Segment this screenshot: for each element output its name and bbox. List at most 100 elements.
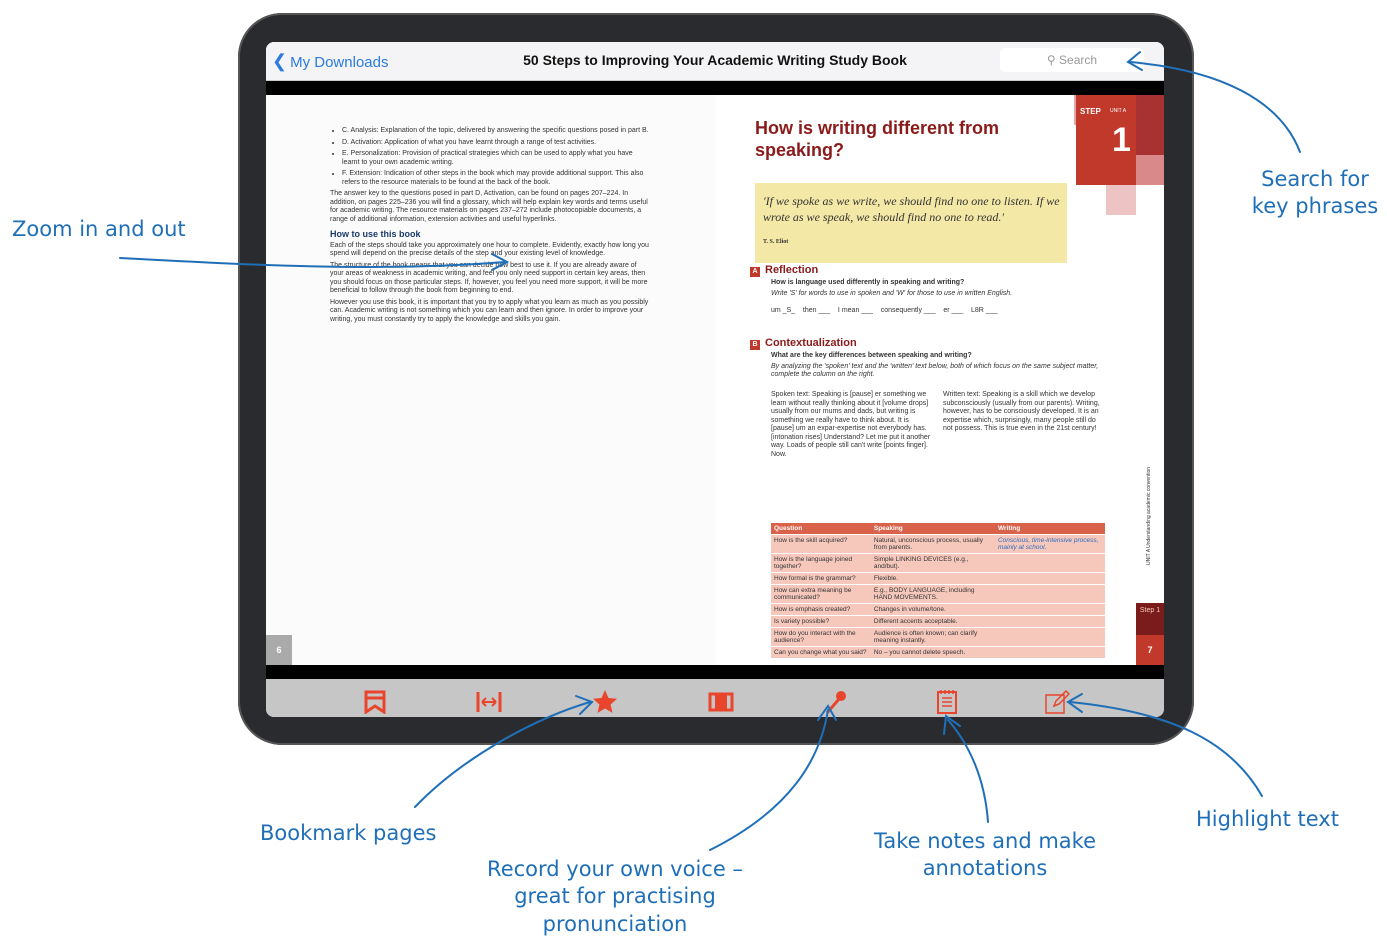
annotation-bookmark: Bookmark pages bbox=[260, 821, 437, 845]
table-cell bbox=[994, 553, 1105, 573]
section-title: Reflection bbox=[765, 264, 819, 276]
table-header: Question bbox=[771, 523, 871, 535]
reader-screen: ❮ My Downloads 50 Steps to Improving Your… bbox=[266, 42, 1164, 717]
decor-square bbox=[1134, 155, 1164, 185]
search-placeholder: Search bbox=[1059, 53, 1098, 67]
page-number: 7 bbox=[1136, 635, 1164, 665]
quote-author: T. S. Eliot bbox=[763, 239, 789, 245]
paragraph: However you use this book, it is importa… bbox=[330, 298, 649, 323]
decor-square bbox=[1106, 185, 1136, 215]
table-cell: Conscious, time-intensive process, mainl… bbox=[994, 534, 1105, 554]
table-cell: E.g., BODY LANGUAGE, including HAND MOVE… bbox=[870, 584, 995, 604]
written-text: Written text: Speaking is a skill which … bbox=[943, 391, 1100, 432]
table-cell: How is the language joined together? bbox=[771, 553, 871, 573]
microphone-icon[interactable] bbox=[820, 687, 850, 717]
section-question: How is language used differently in spea… bbox=[771, 279, 965, 286]
unit-label: UNIT A bbox=[1110, 108, 1127, 114]
section-question: What are the key differences between spe… bbox=[771, 352, 972, 359]
annotation-notes: Take notes and make annotations bbox=[874, 829, 1096, 881]
table-cell: Audience is often known; can clarify mea… bbox=[870, 627, 995, 647]
table-cell: How can extra meaning be communicated? bbox=[771, 584, 871, 604]
bookmark-icon[interactable] bbox=[360, 687, 390, 717]
section-contextualization: B Contextualization bbox=[750, 337, 857, 350]
table-cell: Simple LINKING DEVICES (e.g., and/but). bbox=[870, 553, 995, 573]
star-icon[interactable] bbox=[590, 687, 620, 717]
notes-icon[interactable] bbox=[932, 687, 962, 717]
paragraph: The structure of the book means that you… bbox=[330, 261, 648, 295]
fit-width-icon[interactable] bbox=[474, 687, 504, 717]
section-letter: B bbox=[750, 340, 760, 350]
step-badge: STEP UNIT A 1 bbox=[1076, 95, 1136, 185]
table-row: How formal is the grammar? Flexible. bbox=[771, 572, 1105, 585]
table-cell: Changes in volume/tone. bbox=[870, 603, 995, 616]
table-header: Writing bbox=[994, 523, 1105, 535]
search-input[interactable]: ⚲ Search bbox=[1000, 48, 1144, 72]
word-list: um _S_ then ___ I mean ___ consequently … bbox=[771, 307, 998, 314]
table-cell bbox=[994, 646, 1105, 658]
table-header: Speaking bbox=[870, 523, 995, 535]
table-cell: Is variety possible? bbox=[771, 615, 871, 628]
table-cell: No – you cannot delete speech. bbox=[870, 646, 995, 658]
table-row: How is emphasis created? Changes in volum… bbox=[771, 603, 1105, 616]
table-cell: How formal is the grammar? bbox=[771, 572, 871, 585]
quote-box: 'If we spoke as we write, we should find… bbox=[755, 183, 1067, 263]
table-row: How is the language joined together? Simp… bbox=[771, 553, 1105, 573]
step-heading: How is writing different from speaking? bbox=[755, 118, 1000, 160]
side-step-label: Step 1 bbox=[1136, 603, 1164, 635]
highlight-icon[interactable] bbox=[1042, 687, 1072, 717]
right-page[interactable]: STEP UNIT A 1 How is writing different f… bbox=[715, 95, 1164, 665]
section-letter: A bbox=[750, 267, 760, 277]
table-cell: How is emphasis created? bbox=[771, 603, 871, 616]
table-cell: Can you change what you said? bbox=[771, 646, 871, 658]
decor-square bbox=[1136, 95, 1164, 155]
spoken-text: Spoken text: Speaking is [pause] er some… bbox=[771, 391, 931, 458]
table-cell bbox=[994, 627, 1105, 647]
section-heading: How to use this book bbox=[330, 229, 421, 239]
bullet: F. Extension: Indication of other steps … bbox=[342, 170, 650, 187]
annotation-record: Record your own voice – great for practi… bbox=[487, 857, 743, 936]
nav-bar: ❮ My Downloads 50 Steps to Improving Your… bbox=[266, 42, 1164, 81]
search-icon: ⚲ bbox=[1046, 53, 1060, 67]
paragraph: Each of the steps should take you approx… bbox=[330, 241, 649, 258]
annotation-zoom: Zoom in and out bbox=[12, 217, 186, 241]
bullet: E. Personalization: Provision of practic… bbox=[342, 150, 650, 167]
side-unit-label: UNIT A Understanding academic convention bbox=[1146, 466, 1152, 565]
table-row: How can extra meaning be communicated? E.… bbox=[771, 584, 1105, 604]
table-row: Is variety possible? Different accents ac… bbox=[771, 615, 1105, 628]
table-row: Can you change what you said? No – you ca… bbox=[771, 646, 1105, 658]
bottom-toolbar bbox=[266, 665, 1164, 717]
table-row: How is the skill acquired? Natural, uncon… bbox=[771, 534, 1105, 554]
left-bullets: C. Analysis: Explanation of the topic, d… bbox=[330, 127, 650, 187]
contextualization-body: What are the key differences between spe… bbox=[771, 352, 1105, 380]
table-cell: Flexible. bbox=[870, 572, 995, 585]
table-cell: How is the skill acquired? bbox=[771, 534, 871, 554]
quote-text: 'If we spoke as we write, we should find… bbox=[763, 194, 1060, 224]
bullet: C. Analysis: Explanation of the topic, d… bbox=[342, 127, 650, 136]
table-cell bbox=[994, 615, 1105, 628]
annotation-search: Search for key phrases bbox=[1251, 167, 1379, 219]
reflection-body: How is language used differently in spea… bbox=[771, 279, 1101, 316]
columns-icon[interactable] bbox=[706, 687, 736, 717]
page-top-bar bbox=[266, 81, 1164, 95]
left-page-body: C. Analysis: Explanation of the topic, d… bbox=[330, 127, 650, 324]
section-reflection: A Reflection bbox=[750, 264, 818, 277]
table-cell: Different accents acceptable. bbox=[870, 615, 995, 628]
book-spread[interactable]: C. Analysis: Explanation of the topic, d… bbox=[266, 95, 1164, 665]
bullet: D. Activation: Application of what you h… bbox=[342, 139, 650, 148]
paragraph: The answer key to the questions posed in… bbox=[330, 190, 648, 223]
table-cell: Natural, unconscious process, usually fr… bbox=[870, 534, 995, 554]
step-label: STEP bbox=[1080, 107, 1101, 116]
table-cell: How do you interact with the audience? bbox=[771, 627, 871, 647]
table-cell bbox=[994, 603, 1105, 616]
table-cell bbox=[994, 584, 1105, 604]
table-cell bbox=[994, 572, 1105, 585]
table-row: How do you interact with the audience? Au… bbox=[771, 627, 1105, 647]
comparison-table: Question Speaking Writing How is the ski… bbox=[771, 523, 1105, 658]
section-instruction: Write 'S' for words to use in spoken and… bbox=[771, 289, 1013, 297]
section-title: Contextualization bbox=[765, 337, 857, 349]
page-number: 6 bbox=[266, 635, 292, 665]
left-page[interactable]: C. Analysis: Explanation of the topic, d… bbox=[266, 95, 715, 665]
section-instruction: By analyzing the 'spoken' text and the '… bbox=[771, 362, 1099, 379]
step-number: 1 bbox=[1112, 121, 1131, 159]
annotation-highlight: Highlight text bbox=[1196, 807, 1339, 831]
